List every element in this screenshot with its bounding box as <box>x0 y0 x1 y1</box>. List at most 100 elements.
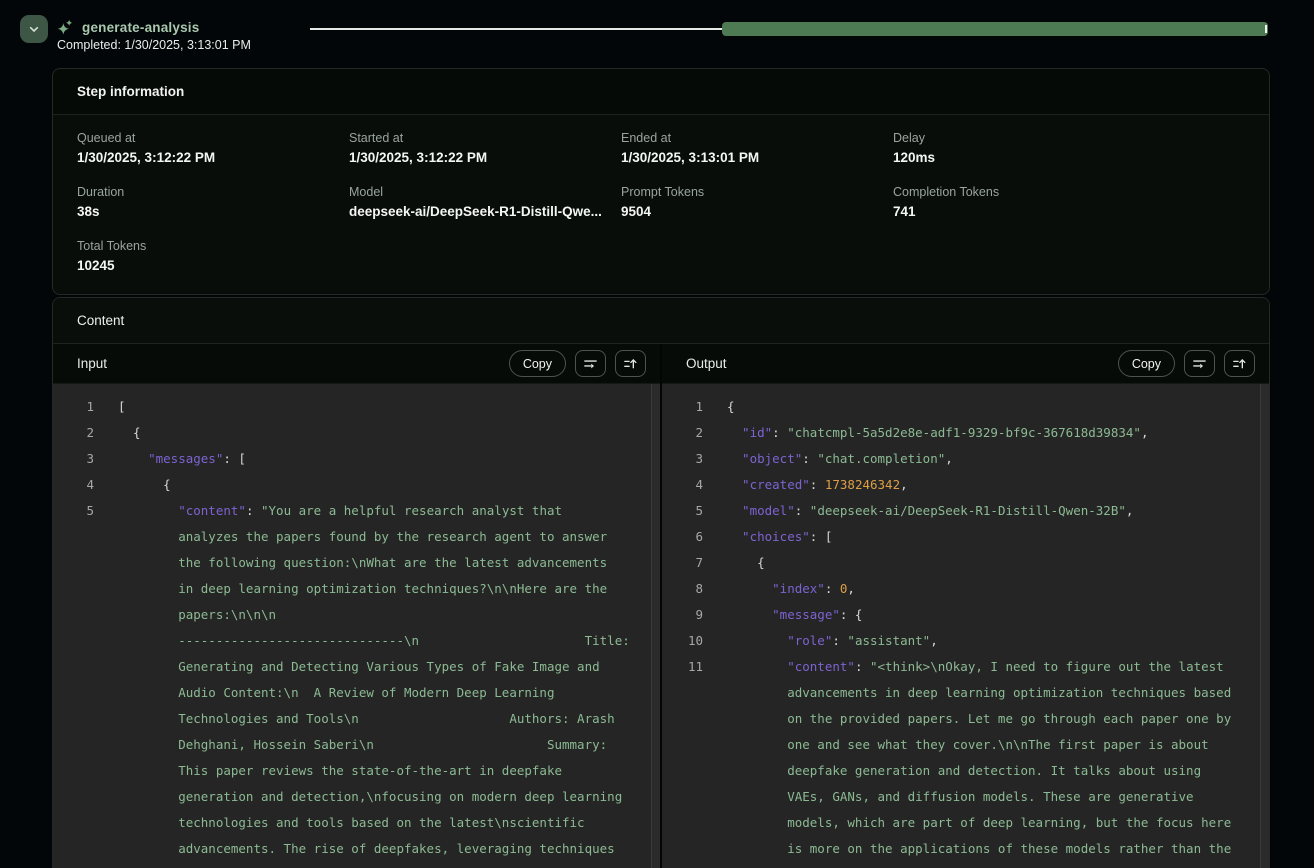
code-line: ------------------------------\n Title: <box>53 628 660 654</box>
code-token: , <box>930 633 938 648</box>
line-number <box>77 706 94 732</box>
input-panel-actions: Copy <box>509 350 646 377</box>
word-wrap-button[interactable] <box>1184 350 1215 377</box>
field-value: 38s <box>77 203 349 221</box>
code-text: "content": "<think>\nOkay, I need to fig… <box>727 654 1224 680</box>
code-line: 3"messages": [ <box>53 446 660 472</box>
code-line: 4"created": 1738246342, <box>662 472 1269 498</box>
scroll-to-top-button[interactable] <box>1224 350 1255 377</box>
code-token: Technologies and Tools\n Authors: Arash <box>178 711 615 726</box>
step-information-title: Step information <box>77 84 184 99</box>
code-token: "role" <box>787 633 832 648</box>
code-token: { <box>757 555 765 570</box>
code-token: "messages" <box>148 451 223 466</box>
input-panel-header: Input Copy <box>53 344 660 384</box>
code-text: [ <box>118 394 126 420</box>
code-line: Generating and Detecting Various Types o… <box>53 654 660 680</box>
code-token: advancements. The rise of deepfakes, lev… <box>178 841 615 856</box>
code-token: : <box>855 659 870 674</box>
scroll-to-top-button[interactable] <box>615 350 646 377</box>
code-line: in deep learning optimization techniques… <box>53 576 660 602</box>
word-wrap-icon <box>582 355 599 372</box>
code-line: Technologies and Tools\n Authors: Arash <box>53 706 660 732</box>
input-scrollbar[interactable] <box>651 384 660 868</box>
code-token: , <box>945 451 953 466</box>
copy-button[interactable]: Copy <box>1118 350 1175 377</box>
code-line: 7{ <box>662 550 1269 576</box>
line-number <box>77 810 94 836</box>
code-line: 2{ <box>53 420 660 446</box>
code-token: "<think>\nOkay, I need to figure out the… <box>870 659 1224 674</box>
input-panel-title: Input <box>77 356 107 371</box>
code-token: { <box>133 425 141 440</box>
info-field: Modeldeepseek-ai/DeepSeek-R1-Distill-Qwe… <box>349 184 621 221</box>
field-value: 120ms <box>893 149 1245 167</box>
code-text: "object": "chat.completion", <box>727 446 953 472</box>
field-label: Total Tokens <box>77 238 349 254</box>
chevron-down-icon <box>26 21 42 37</box>
field-label: Queued at <box>77 130 349 146</box>
code-text: generation and detection,\nfocusing on m… <box>118 784 622 810</box>
code-line: the following question:\nWhat are the la… <box>53 550 660 576</box>
code-token: : [ <box>223 451 246 466</box>
code-token: [ <box>118 399 126 414</box>
line-number <box>77 654 94 680</box>
code-text: { <box>118 472 171 498</box>
copy-button[interactable]: Copy <box>509 350 566 377</box>
code-token: "created" <box>742 477 810 492</box>
code-token: : <box>825 581 840 596</box>
code-token: Audio Content:\n A Review of Modern Deep… <box>178 685 554 700</box>
line-number <box>77 550 94 576</box>
word-wrap-button[interactable] <box>575 350 606 377</box>
code-token: the following question:\nWhat are the la… <box>178 555 607 570</box>
code-text: VAEs, GANs, and diffusion models. These … <box>727 784 1194 810</box>
code-token: "assistant" <box>847 633 930 648</box>
step-information-fields: Queued at1/30/2025, 3:12:22 PMStarted at… <box>53 115 1269 294</box>
input-code-viewer: 1[2{3"messages": [4{5"content": "You are… <box>53 384 660 868</box>
collapse-step-button[interactable] <box>20 15 48 43</box>
code-line: papers:\n\n\n <box>53 602 660 628</box>
code-token: models, which are part of deep learning,… <box>787 815 1231 830</box>
code-line: Audio Content:\n A Review of Modern Deep… <box>53 680 660 706</box>
code-text: This paper reviews the state-of-the-art … <box>118 758 562 784</box>
code-text: is more on the applications of these mod… <box>727 836 1231 862</box>
step-title: generate-analysis <box>82 20 199 35</box>
code-line: 6"choices": [ <box>662 524 1269 550</box>
code-text: papers:\n\n\n <box>118 602 276 628</box>
output-scrollbar[interactable] <box>1260 384 1269 868</box>
timeline-step-bar[interactable] <box>722 22 1268 36</box>
line-number <box>77 784 94 810</box>
code-line: 5"model": "deepseek-ai/DeepSeek-R1-Disti… <box>662 498 1269 524</box>
code-line: 3"object": "chat.completion", <box>662 446 1269 472</box>
code-token: is more on the applications of these mod… <box>787 841 1231 856</box>
code-line: 2"id": "chatcmpl-5a5d2e8e-adf1-9329-bf9c… <box>662 420 1269 446</box>
code-text: "role": "assistant", <box>727 628 938 654</box>
info-field: Delay120ms <box>893 130 1245 167</box>
code-text: Dehghani, Hossein Saberi\n Summary: <box>118 732 607 758</box>
field-value: 10245 <box>77 257 349 275</box>
code-token: , <box>900 477 908 492</box>
code-token: advancements in deep learning optimizati… <box>787 685 1231 700</box>
code-token: , <box>1141 425 1149 440</box>
line-number: 1 <box>77 394 94 420</box>
code-line: generation and detection,\nfocusing on m… <box>53 784 660 810</box>
line-number: 1 <box>686 394 703 420</box>
line-number <box>686 784 703 810</box>
code-text: "messages": [ <box>118 446 246 472</box>
code-line: 1{ <box>662 394 1269 420</box>
field-value: 1/30/2025, 3:13:01 PM <box>621 149 893 167</box>
code-token: papers:\n\n\n <box>178 607 276 622</box>
code-text: advancements in deep learning optimizati… <box>727 680 1231 706</box>
code-line: analyzes the papers found by the researc… <box>53 524 660 550</box>
code-token: "content" <box>787 659 855 674</box>
line-number <box>77 862 94 868</box>
code-text: one and see what they cover.\n\nThe firs… <box>727 732 1209 758</box>
field-label: Model <box>349 184 621 200</box>
code-text: { <box>727 550 765 576</box>
info-field: Ended at1/30/2025, 3:13:01 PM <box>621 130 893 167</box>
code-line: one and see what they cover.\n\nThe firs… <box>662 732 1269 758</box>
content-header: Content <box>53 298 1269 344</box>
code-line: 1[ <box>53 394 660 420</box>
field-value: 1/30/2025, 3:12:22 PM <box>77 149 349 167</box>
code-text: models, which are part of deep learning,… <box>727 810 1231 836</box>
